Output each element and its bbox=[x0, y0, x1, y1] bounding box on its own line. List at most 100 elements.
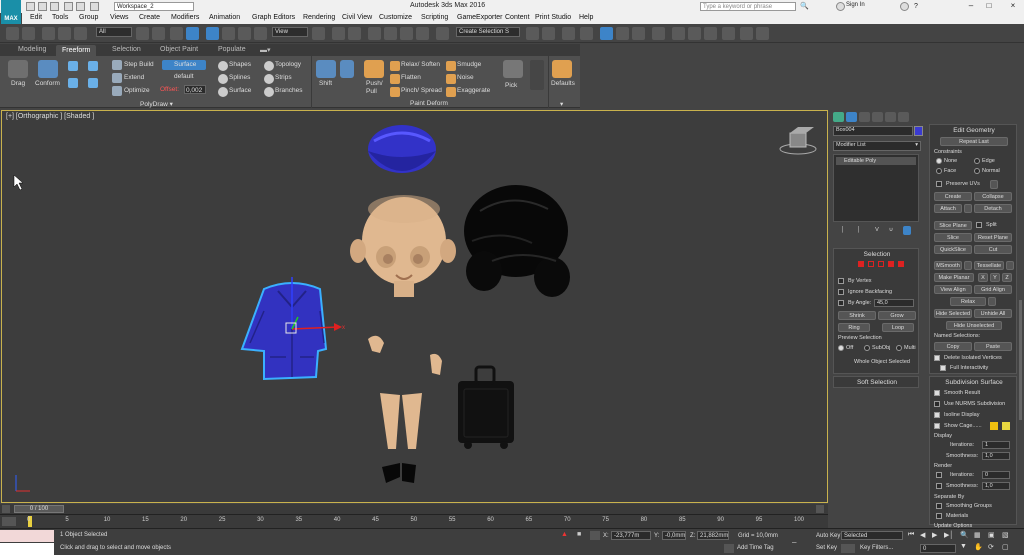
zoom-extents-icon[interactable]: ▣ bbox=[988, 531, 995, 539]
materials-checkbox[interactable] bbox=[936, 513, 942, 519]
viewcube-icon[interactable] bbox=[779, 127, 817, 155]
surface-button[interactable]: Surface bbox=[162, 60, 206, 70]
redo-icon[interactable] bbox=[22, 27, 35, 40]
layer-manager-icon[interactable] bbox=[562, 27, 575, 40]
edge-level-icon[interactable] bbox=[868, 261, 874, 267]
menu-group[interactable]: Group bbox=[79, 14, 98, 21]
grow-button[interactable]: Grow bbox=[878, 311, 916, 320]
utilities-tab-icon[interactable] bbox=[898, 112, 909, 122]
viewport-orthographic[interactable]: [+] [Orthographic ] [Shaded ] x bbox=[1, 110, 828, 503]
pinch-spread-label[interactable]: Pinch/ Spread bbox=[401, 87, 442, 94]
new-icon[interactable] bbox=[26, 2, 35, 11]
menu-animation[interactable]: Animation bbox=[209, 14, 240, 21]
collapse-button[interactable]: Collapse bbox=[974, 192, 1012, 201]
show-end-result-icon[interactable]: │ bbox=[855, 226, 863, 235]
iterations-spinner[interactable]: 1 bbox=[982, 441, 1010, 449]
render-iterations-spinner[interactable]: 0 bbox=[982, 471, 1010, 479]
hide-unselected-button[interactable]: Hide Unselected bbox=[946, 321, 1002, 330]
planar-x-button[interactable]: X bbox=[978, 273, 988, 282]
conform-brush-icon[interactable] bbox=[68, 61, 78, 71]
percent-snap-icon[interactable] bbox=[400, 27, 413, 40]
object-name-field[interactable]: Box004 bbox=[833, 126, 913, 136]
hands-model[interactable] bbox=[368, 335, 442, 375]
maximize-viewport-icon[interactable]: ▢ bbox=[1002, 543, 1009, 551]
preserve-uvs-settings-icon[interactable] bbox=[990, 180, 998, 189]
current-frame-field[interactable]: 0 bbox=[920, 544, 956, 553]
tab-populate[interactable]: Populate bbox=[218, 46, 246, 53]
strips-label[interactable]: Strips bbox=[275, 74, 292, 81]
defaults-icon[interactable] bbox=[552, 60, 572, 78]
time-tag-icon[interactable] bbox=[724, 544, 734, 553]
exaggerate-label[interactable]: Exaggerate bbox=[457, 87, 490, 94]
maximize-icon[interactable]: □ bbox=[982, 1, 996, 11]
auto-key-button[interactable]: Auto Key bbox=[816, 533, 840, 539]
create-button[interactable]: Create bbox=[934, 192, 972, 201]
zoom-all-icon[interactable]: ▦ bbox=[974, 531, 981, 539]
unhide-all-button[interactable]: Unhide All bbox=[974, 309, 1012, 318]
drag-label[interactable]: Drag bbox=[11, 80, 25, 87]
constraint-edge-radio[interactable] bbox=[974, 158, 980, 164]
select-and-scale-icon[interactable] bbox=[238, 27, 251, 40]
detach-button[interactable]: Detach bbox=[974, 204, 1012, 213]
cage-color-swatch[interactable] bbox=[990, 422, 998, 430]
planar-y-button[interactable]: Y bbox=[990, 273, 1000, 282]
bind-space-warp-icon[interactable] bbox=[74, 27, 87, 40]
menu-print-studio[interactable]: Print Studio bbox=[535, 14, 571, 21]
hide-selected-button[interactable]: Hide Selected bbox=[934, 309, 972, 318]
copy-button[interactable]: Copy bbox=[934, 342, 972, 351]
help-icon[interactable]: ? bbox=[914, 2, 923, 11]
preview-multi-radio[interactable] bbox=[896, 345, 902, 351]
by-vertex-checkbox[interactable] bbox=[838, 278, 844, 284]
offset-field[interactable]: 0,002 bbox=[184, 85, 206, 94]
cage-selected-color-swatch[interactable] bbox=[1002, 422, 1010, 430]
shift-options-icon[interactable] bbox=[340, 60, 354, 78]
push-pull-label[interactable]: Push/ Pull bbox=[366, 80, 388, 96]
loop-button[interactable]: Loop bbox=[882, 323, 914, 332]
tab-selection[interactable]: Selection bbox=[112, 46, 141, 53]
time-slider[interactable]: 0 / 100 bbox=[0, 504, 828, 514]
pivot-center-icon[interactable] bbox=[312, 27, 325, 40]
optimize-label[interactable]: Optimize bbox=[124, 87, 150, 94]
preview-subobj-radio[interactable] bbox=[864, 345, 870, 351]
make-unique-icon[interactable]: V bbox=[873, 226, 881, 235]
repeat-last-button[interactable]: Repeat Last bbox=[940, 137, 1008, 146]
y-coordinate-field[interactable]: -0,0mm bbox=[662, 531, 686, 540]
slice-button[interactable]: Slice bbox=[934, 233, 972, 242]
rendered-frame-window-icon[interactable] bbox=[688, 27, 701, 40]
cut-button[interactable]: Cut bbox=[974, 245, 1012, 254]
menu-graph-editors[interactable]: Graph Editors bbox=[252, 14, 295, 21]
full-interactivity-checkbox[interactable] bbox=[940, 365, 946, 371]
shapes-label[interactable]: Shapes bbox=[229, 61, 251, 68]
step-build-label[interactable]: Step Build bbox=[124, 61, 154, 68]
redo-icon[interactable] bbox=[76, 2, 85, 11]
branches-brush-icon[interactable] bbox=[88, 61, 98, 71]
select-and-place-icon[interactable] bbox=[254, 27, 267, 40]
polydraw-panel-label[interactable]: PolyDraw ▾ bbox=[140, 100, 173, 108]
tab-modeling[interactable]: Modeling bbox=[18, 46, 46, 53]
paste-button[interactable]: Paste bbox=[974, 342, 1012, 351]
ring-button[interactable]: Ring bbox=[838, 323, 870, 332]
previous-frame-icon[interactable]: ◀ bbox=[920, 531, 925, 539]
time-slider-thumb[interactable]: 0 / 100 bbox=[14, 505, 64, 513]
hierarchy-tab-icon[interactable] bbox=[859, 112, 870, 122]
modify-tab-icon[interactable] bbox=[846, 112, 857, 122]
schematic-view-icon[interactable] bbox=[632, 27, 645, 40]
prev-frame-icon[interactable] bbox=[2, 505, 10, 513]
key-mode-icon[interactable] bbox=[841, 544, 855, 553]
menu-content[interactable]: Content bbox=[505, 14, 530, 21]
tessellate-settings-icon[interactable] bbox=[1006, 261, 1014, 270]
conform-label[interactable]: Conform bbox=[35, 80, 60, 87]
strip-brush-icon[interactable] bbox=[68, 78, 78, 88]
relax-settings-icon[interactable] bbox=[988, 297, 996, 306]
attach-button[interactable]: Attach bbox=[934, 204, 962, 213]
menu-views[interactable]: Views bbox=[110, 14, 129, 21]
unlink-icon[interactable] bbox=[58, 27, 71, 40]
tab-freeform[interactable]: Freeform bbox=[56, 45, 97, 56]
border-level-icon[interactable] bbox=[878, 261, 884, 267]
planar-z-button[interactable]: Z bbox=[1002, 273, 1012, 282]
surface-label[interactable]: Surface bbox=[229, 87, 251, 94]
menu-customize[interactable]: Customize bbox=[379, 14, 412, 21]
soft-selection-rollout[interactable]: Soft Selection bbox=[833, 376, 919, 388]
relax-button[interactable]: Relax bbox=[950, 297, 986, 306]
defaults-label[interactable]: Defaults bbox=[551, 80, 575, 87]
